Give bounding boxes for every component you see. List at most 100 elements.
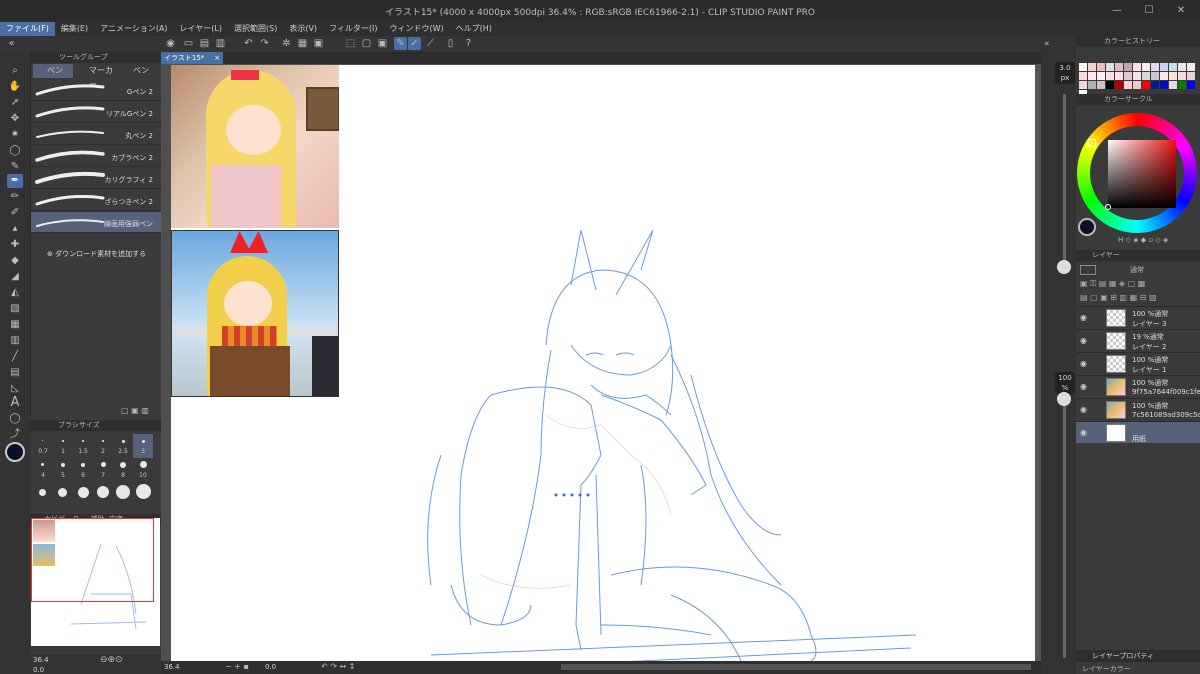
brush-size-option[interactable] xyxy=(39,489,46,496)
brush-size-option-selected[interactable]: 3 xyxy=(133,434,153,458)
layer-command-icons[interactable]: ▤ ▢ ▣ ⊞ ▥ ▦ ⊟ ▨ xyxy=(1080,293,1157,302)
menu-layer[interactable]: レイヤー(L) xyxy=(174,22,228,36)
text-tool-icon[interactable]: A xyxy=(7,396,23,410)
brush-size-option[interactable]: 5 xyxy=(53,460,73,482)
hue-marker[interactable] xyxy=(1088,139,1096,147)
new-file-icon[interactable]: ▭ xyxy=(182,37,195,50)
zoom-value[interactable]: 36.4 xyxy=(33,656,49,664)
brush-size-option[interactable]: 2.5 xyxy=(113,434,133,458)
navigator-preview[interactable] xyxy=(31,518,160,646)
visibility-eye-icon[interactable]: ◉ xyxy=(1080,428,1087,437)
color-swatch[interactable] xyxy=(1088,81,1096,89)
color-swatch[interactable] xyxy=(1142,81,1150,89)
snap-special-ruler-icon[interactable]: ✓ xyxy=(408,37,421,50)
layer-lock-icons[interactable]: ▣ ⚿ ▤ ▦ ◈ ▢ ▩ xyxy=(1080,279,1145,289)
move-tool-icon[interactable]: ✥ xyxy=(7,112,23,126)
visibility-eye-icon[interactable]: ◉ xyxy=(1080,313,1087,322)
close-button[interactable]: ✕ xyxy=(1166,3,1196,19)
clip-studio-icon[interactable]: ◉ xyxy=(164,37,177,50)
color-swatch[interactable] xyxy=(1178,72,1186,80)
visibility-eye-icon[interactable]: ◉ xyxy=(1080,405,1087,414)
zoom-out-in-icon[interactable]: − + ▪ xyxy=(225,662,249,671)
brush-size-option[interactable]: 4 xyxy=(33,460,53,482)
grid-tool-icon[interactable]: ▤ xyxy=(7,366,23,380)
clear-outside-icon[interactable]: ▦ xyxy=(296,37,309,50)
menu-help[interactable]: ヘルプ(H) xyxy=(450,22,498,36)
tab-pen-2[interactable]: ペン xyxy=(119,64,161,78)
brush-item[interactable]: カブラペン 2 xyxy=(31,146,162,167)
canvas-paper[interactable] xyxy=(171,65,1035,661)
color-swatch[interactable] xyxy=(1142,63,1150,71)
tab-pen[interactable]: ペン xyxy=(33,64,73,78)
color-swatch[interactable] xyxy=(1079,81,1087,89)
color-swatch[interactable] xyxy=(1097,81,1105,89)
brush-size-slider[interactable] xyxy=(1063,94,1066,264)
color-swatch[interactable] xyxy=(1160,81,1168,89)
color-swatch[interactable] xyxy=(1079,63,1087,71)
menu-filter[interactable]: フィルター(I) xyxy=(323,22,383,36)
brush-item[interactable]: Gペン 2 xyxy=(31,80,162,101)
color-swatch[interactable] xyxy=(1187,63,1195,71)
snap-ruler-icon[interactable]: ✎ xyxy=(394,37,407,50)
brush-tool-icon[interactable]: ✐ xyxy=(7,206,23,220)
collapse-icon[interactable]: « xyxy=(1044,39,1050,49)
save-icon[interactable]: ▥ xyxy=(214,37,227,50)
fill-icon[interactable]: ▣ xyxy=(312,37,325,50)
vector-tool-icon[interactable]: ◺ xyxy=(7,382,23,396)
brush-size-option[interactable] xyxy=(78,487,89,498)
color-swatch[interactable] xyxy=(1151,72,1159,80)
color-picker-marker[interactable] xyxy=(1105,204,1111,210)
color-swatch[interactable] xyxy=(1187,72,1195,80)
saturation-value-square[interactable] xyxy=(1108,140,1176,208)
open-icon[interactable]: ▤ xyxy=(198,37,211,50)
invert-selection-icon[interactable]: ▣ xyxy=(376,37,389,50)
color-swatch[interactable] xyxy=(1115,81,1123,89)
opacity-slider[interactable] xyxy=(1063,398,1066,658)
brush-item-selected[interactable]: 線画用強弱ペン xyxy=(31,212,162,233)
color-swatch[interactable] xyxy=(1133,81,1141,89)
brush-item[interactable]: カリグラフィ 2 xyxy=(31,168,162,189)
correct-line-tool-icon[interactable]: ⤴ xyxy=(7,428,23,442)
menu-view[interactable]: 表示(V) xyxy=(283,22,323,36)
tab-marker[interactable]: マーカー xyxy=(75,64,119,89)
reference-image[interactable] xyxy=(171,230,339,397)
operation-tool-icon[interactable]: ➚ xyxy=(7,96,23,110)
status-zoom[interactable]: 36.4 xyxy=(164,663,180,671)
color-swatch[interactable] xyxy=(1169,81,1177,89)
visibility-eye-icon[interactable]: ◉ xyxy=(1080,336,1087,345)
rotate-icon[interactable]: ↶ ↷ ↔ ↕ xyxy=(321,662,355,671)
opacity-slider-thumb[interactable] xyxy=(1057,392,1071,406)
collapse-icon[interactable]: « xyxy=(5,37,18,50)
hand-tool-icon[interactable]: ✋ xyxy=(7,80,23,94)
canvas-tab[interactable]: イラスト15* × xyxy=(161,52,223,64)
brush-size-value[interactable]: 3.0 px xyxy=(1055,62,1075,84)
rotation-value[interactable]: 0.0 xyxy=(33,666,44,674)
layer-row[interactable]: ◉ 100 %通常 レイヤー 3 xyxy=(1076,306,1200,328)
brush-item[interactable]: リアルGペン 2 xyxy=(31,102,162,123)
status-rotation[interactable]: 0.0 xyxy=(265,663,276,671)
color-swatch[interactable] xyxy=(1088,63,1096,71)
color-swatch[interactable] xyxy=(1151,63,1159,71)
balloon-tool-icon[interactable]: ◯ xyxy=(7,412,23,426)
color-swatch[interactable] xyxy=(1187,81,1195,89)
color-swatch[interactable] xyxy=(1115,63,1123,71)
brush-item[interactable]: 丸ペン 2 xyxy=(31,124,162,145)
color-swatch[interactable] xyxy=(1115,72,1123,80)
brush-size-option[interactable] xyxy=(136,484,151,499)
color-swatch[interactable] xyxy=(1124,72,1132,80)
color-swatch[interactable] xyxy=(1160,72,1168,80)
brush-size-slider-thumb[interactable] xyxy=(1057,260,1071,274)
brush-size-option[interactable]: 7 xyxy=(93,460,113,482)
color-swatch[interactable] xyxy=(1079,72,1087,80)
tablet-icon[interactable]: ▯ xyxy=(444,37,457,50)
close-tab-icon[interactable]: × xyxy=(214,52,220,64)
ruler-tool-icon[interactable]: ╱ xyxy=(7,350,23,364)
eraser-icon[interactable]: ◆ xyxy=(7,254,23,268)
brush-size-option[interactable] xyxy=(58,488,67,497)
redo-icon[interactable]: ↷ xyxy=(258,37,271,50)
visibility-eye-icon[interactable]: ◉ xyxy=(1080,382,1087,391)
color-swatch[interactable] xyxy=(1097,63,1105,71)
blend-tool-icon[interactable]: ◢ xyxy=(7,270,23,284)
deselect-icon[interactable]: ▢ xyxy=(360,37,373,50)
brush-size-option[interactable]: 6 xyxy=(73,460,93,482)
